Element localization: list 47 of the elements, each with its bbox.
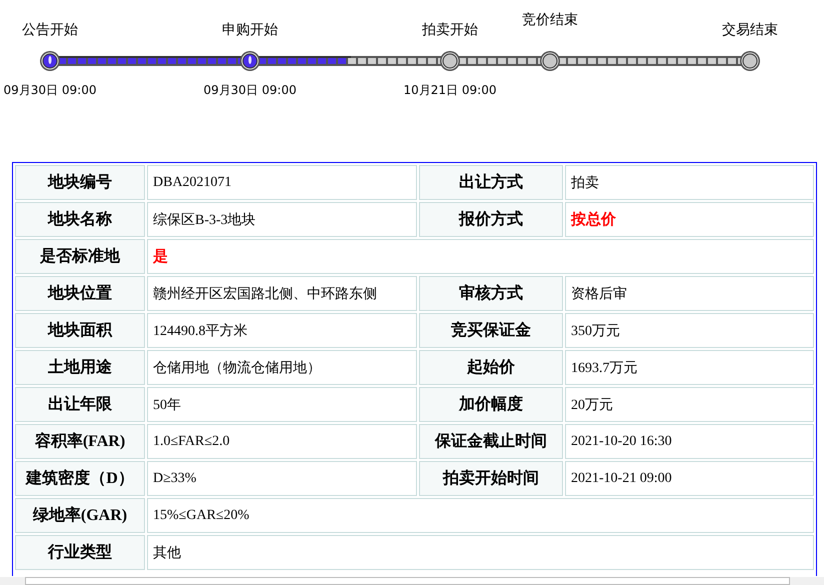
- field-value: DBA2021071: [147, 165, 417, 200]
- field-label: 是否标准地: [15, 239, 145, 274]
- step-label: 拍卖开始: [422, 22, 478, 38]
- field-label: 保证金截止时间: [419, 424, 563, 459]
- field-label: 起始价: [419, 350, 563, 385]
- field-value: 其他: [147, 535, 814, 570]
- step-date: 09月30日 09:00: [4, 82, 96, 99]
- field-value: 资格后审: [565, 276, 814, 311]
- field-label: 绿地率(GAR): [15, 498, 145, 533]
- field-value: 赣州经开区宏国路北侧、中环路东侧: [147, 276, 417, 311]
- field-label: 审核方式: [419, 276, 563, 311]
- step-date: 10月21日 09:00: [404, 82, 496, 99]
- field-value: 15%≤GAR≤20%: [147, 498, 814, 533]
- field-label: 拍卖开始时间: [419, 461, 563, 496]
- step-label: 竞价结束: [522, 12, 578, 28]
- field-value: 350万元: [565, 313, 814, 348]
- field-value: 124490.8平方米: [147, 313, 417, 348]
- field-value: 按总价: [565, 202, 814, 237]
- field-label: 出让年限: [15, 387, 145, 422]
- field-value: 1.0≤FAR≤2.0: [147, 424, 417, 459]
- field-value: 2021-10-20 16:30: [565, 424, 814, 459]
- step-label: 公告开始: [22, 22, 78, 38]
- field-label: 地块面积: [15, 313, 145, 348]
- field-label: 报价方式: [419, 202, 563, 237]
- field-label: 行业类型: [15, 535, 145, 570]
- field-label: 地块编号: [15, 165, 145, 200]
- field-value: 仓储用地（物流仓储用地）: [147, 350, 417, 385]
- field-value: 综保区B-3-3地块: [147, 202, 417, 237]
- step-label: 申购开始: [222, 22, 278, 38]
- field-label: 竞买保证金: [419, 313, 563, 348]
- field-value: 2021-10-21 09:00: [565, 461, 814, 496]
- field-value: 50年: [147, 387, 417, 422]
- field-label: 土地用途: [15, 350, 145, 385]
- field-label: 加价幅度: [419, 387, 563, 422]
- field-value: D≥33%: [147, 461, 417, 496]
- field-label: 建筑密度（D）: [15, 461, 145, 496]
- step-label: 交易结束: [722, 22, 778, 38]
- field-label: 出让方式: [419, 165, 563, 200]
- field-value: 20万元: [565, 387, 814, 422]
- field-value: 1693.7万元: [565, 350, 814, 385]
- horizontal-scrollbar[interactable]: [0, 577, 824, 585]
- field-label: 容积率(FAR): [15, 424, 145, 459]
- field-label: 地块位置: [15, 276, 145, 311]
- field-label: 地块名称: [15, 202, 145, 237]
- step-date: 09月30日 09:00: [204, 82, 296, 99]
- field-value: 拍卖: [565, 165, 814, 200]
- field-value: 是: [147, 239, 814, 274]
